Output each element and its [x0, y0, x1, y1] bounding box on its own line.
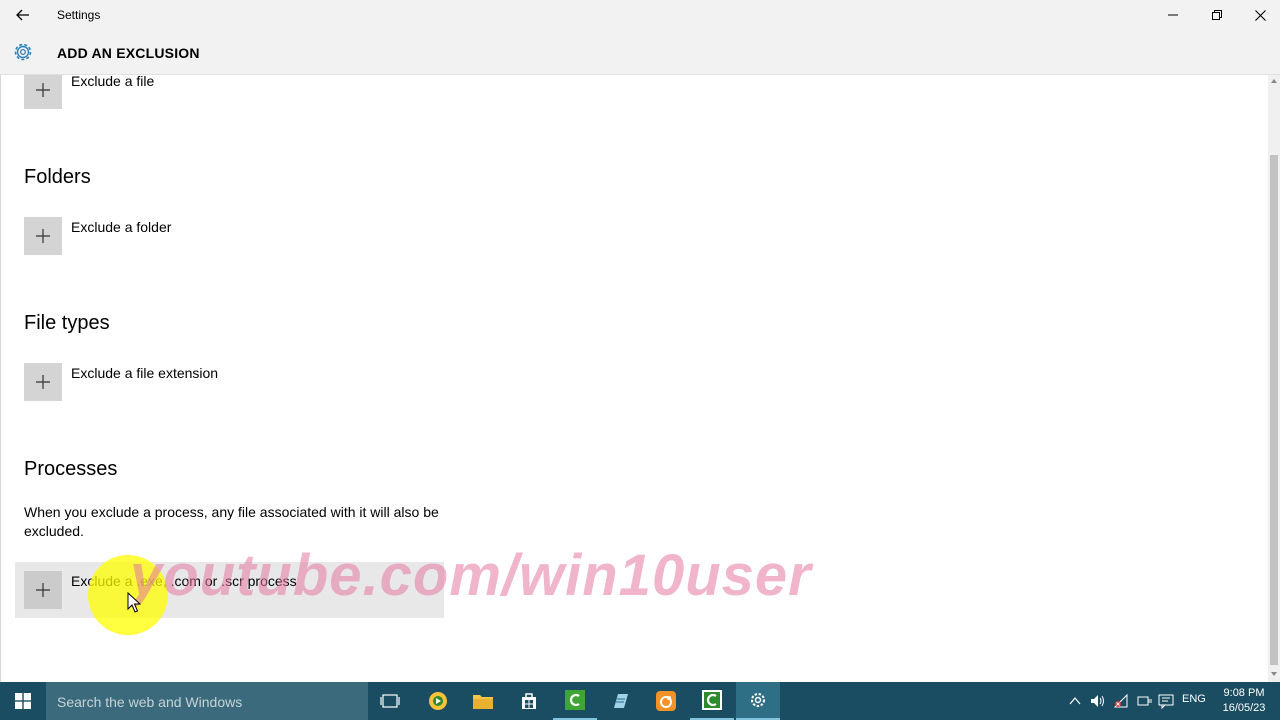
processes-heading: Processes: [24, 458, 118, 480]
windows-logo-icon: [15, 693, 31, 709]
search-placeholder: Search the web and Windows: [57, 694, 243, 710]
search-input[interactable]: Search the web and Windows: [46, 682, 368, 720]
store-button[interactable]: [507, 682, 551, 720]
clock-time: 9:08 PM: [1223, 687, 1265, 699]
back-button[interactable]: [6, 0, 40, 30]
gear-icon: [14, 43, 32, 61]
power-icon[interactable]: [1137, 693, 1153, 709]
window-title: Settings: [57, 8, 101, 22]
restore-button[interactable]: [1194, 0, 1240, 30]
watermark-text: youtube.com/win10user: [130, 543, 812, 608]
folders-heading: Folders: [24, 166, 91, 188]
processes-description: When you exclude a process, any file ass…: [24, 504, 439, 539]
restore-icon: [1212, 10, 1222, 20]
add-extension-exclusion-button[interactable]: [24, 363, 62, 401]
media-player-icon: [429, 692, 447, 710]
scroll-down-arrow-icon[interactable]: [1270, 670, 1278, 678]
vertical-scrollbar[interactable]: [1268, 75, 1280, 682]
plus-icon: [36, 83, 50, 97]
camtasia-button[interactable]: [553, 682, 597, 720]
volume-icon[interactable]: [1090, 693, 1106, 709]
arrow-left-icon: [16, 9, 29, 21]
camtasia-recorder-button[interactable]: [690, 682, 734, 720]
store-icon: [522, 693, 536, 709]
clock-date: 16/05/23: [1222, 702, 1266, 714]
file-explorer-icon: [473, 695, 493, 709]
media-player-button[interactable]: [416, 682, 460, 720]
file-types-heading: File types: [24, 312, 110, 334]
task-view-button[interactable]: [368, 682, 412, 720]
minimize-icon: [1168, 14, 1178, 16]
page-title: ADD AN EXCLUSION: [57, 45, 200, 61]
add-file-exclusion-button[interactable]: [24, 75, 62, 109]
uc-browser-icon: [656, 691, 676, 711]
task-view-icon: [380, 694, 400, 708]
close-button[interactable]: [1237, 0, 1280, 30]
exclude-folder-label[interactable]: Exclude a folder: [71, 219, 171, 235]
scroll-up-arrow-icon[interactable]: [1270, 77, 1278, 85]
settings-taskbar-button[interactable]: [736, 682, 780, 720]
chevron-up-icon[interactable]: [1069, 696, 1081, 706]
taskbar-clock[interactable]: 9:08 PM 16/05/23: [1218, 686, 1270, 716]
notepad-icon: [614, 694, 628, 708]
plus-icon: [36, 229, 50, 243]
settings-icon: [751, 693, 765, 707]
exclude-extension-label[interactable]: Exclude a file extension: [71, 365, 218, 381]
add-process-exclusion-button[interactable]: [24, 571, 62, 609]
title-bar: Settings: [0, 0, 1280, 30]
file-explorer-button[interactable]: [461, 682, 505, 720]
mouse-pointer-icon: [127, 592, 141, 613]
close-icon: [1254, 9, 1266, 21]
action-center-icon[interactable]: [1158, 693, 1174, 709]
exclude-file-label[interactable]: Exclude a file: [71, 75, 154, 89]
minimize-button[interactable]: [1150, 0, 1196, 30]
camtasia-icon: [565, 690, 585, 710]
add-folder-exclusion-button[interactable]: [24, 217, 62, 255]
plus-icon: [36, 583, 50, 597]
camtasia-recorder-icon: [702, 690, 722, 710]
notepad-button[interactable]: [598, 682, 642, 720]
plus-icon: [36, 375, 50, 389]
page-header: ADD AN EXCLUSION: [0, 30, 1280, 75]
start-button[interactable]: [0, 682, 46, 720]
taskbar: Search the web and Windows ENG 9:08 PM 1…: [0, 682, 1280, 720]
language-indicator[interactable]: ENG: [1182, 693, 1206, 705]
scroll-thumb[interactable]: [1270, 155, 1278, 665]
network-icon[interactable]: [1113, 693, 1129, 709]
uc-browser-button[interactable]: [644, 682, 688, 720]
